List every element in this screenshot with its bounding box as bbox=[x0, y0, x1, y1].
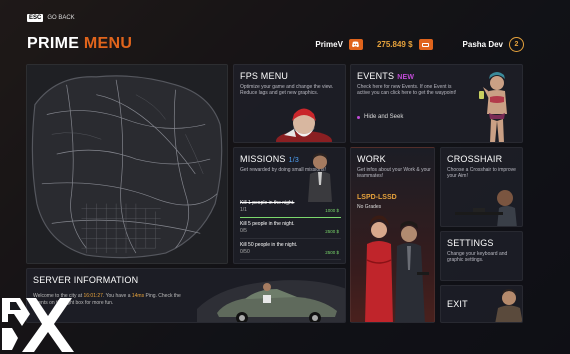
mission-progress-bar bbox=[240, 217, 341, 218]
mission-row: Kill 5 people in the night. 0/5 2500 $ bbox=[240, 221, 341, 241]
discord-icon[interactable] bbox=[348, 39, 363, 50]
go-back-label: GO BACK bbox=[47, 15, 75, 21]
title-part2: MENU bbox=[83, 35, 133, 52]
city-map bbox=[27, 65, 227, 263]
new-badge: NEW bbox=[397, 74, 415, 81]
missions-title-label: MISSIONS bbox=[240, 154, 286, 164]
fps-title: FPS MENU bbox=[240, 71, 289, 81]
server-title: SERVER INFORMATION bbox=[33, 275, 139, 285]
title-part1: PRIME bbox=[27, 35, 80, 52]
go-back-button[interactable]: ESC GO BACK bbox=[27, 14, 75, 22]
settings-title: SETTINGS bbox=[447, 238, 494, 248]
mission-name: Kill 1 people in the night. bbox=[240, 200, 295, 206]
server-time: 16:01:27 bbox=[83, 293, 103, 299]
cash-icon[interactable] bbox=[418, 39, 433, 50]
mission-progress-bar bbox=[240, 238, 341, 239]
mission-row: Kill 1 people in the night. 1/1 1000 $ bbox=[240, 200, 341, 220]
username: PrimeV bbox=[315, 40, 343, 49]
px-logo bbox=[2, 298, 74, 352]
crosshair-tile[interactable]: CROSSHAIR Choose a Crosshair to improve … bbox=[440, 147, 523, 227]
work-desc: Get infos about your Work & your teammat… bbox=[357, 167, 431, 179]
fps-menu-tile[interactable]: FPS MENU Optimize your game and change t… bbox=[233, 64, 346, 143]
mission-progress-fill bbox=[240, 217, 341, 218]
missions-title: MISSIONS 1/3 bbox=[240, 154, 299, 164]
event-item[interactable]: Hide and Seek bbox=[357, 114, 403, 120]
crosshair-desc: Choose a Crosshair to improve your Aim! bbox=[447, 167, 516, 179]
work-title: WORK bbox=[357, 154, 386, 164]
job-name: LSPD-LSSD bbox=[357, 194, 397, 201]
server-text-b: . You have a bbox=[102, 293, 132, 299]
santa-character-art bbox=[276, 108, 332, 142]
events-desc: Check here for new Events. If one Event … bbox=[357, 84, 457, 96]
map-panel[interactable] bbox=[26, 64, 228, 264]
page-title: PRIME MENU bbox=[27, 35, 132, 53]
crosshair-title: CROSSHAIR bbox=[447, 154, 503, 164]
man-character-art bbox=[308, 153, 332, 202]
mission-row: Kill 50 people in the night. 0/50 2500 $ bbox=[240, 242, 341, 262]
police-characters-art bbox=[365, 215, 429, 322]
mission-name: Kill 5 people in the night. bbox=[240, 221, 295, 227]
event-item-label: Hide and Seek bbox=[364, 114, 404, 120]
missions-tile[interactable]: MISSIONS 1/3 Get rewarded by doing small … bbox=[233, 147, 346, 264]
events-title: EVENTS NEW bbox=[357, 71, 414, 81]
exit-title: EXIT bbox=[447, 299, 468, 309]
settings-tile[interactable]: SETTINGS Change your keyboard and graphi… bbox=[440, 231, 523, 281]
mission-reward: 1000 $ bbox=[325, 208, 339, 213]
mission-reward: 2500 $ bbox=[325, 229, 339, 234]
lowrider-car-art bbox=[197, 280, 345, 322]
events-title-label: EVENTS bbox=[357, 71, 395, 81]
fps-desc: Optimize your game and change the view. … bbox=[240, 84, 334, 96]
events-tile[interactable]: EVENTS NEW Check here for new Events. If … bbox=[350, 64, 523, 143]
mission-name: Kill 50 people in the night. bbox=[240, 242, 298, 248]
man-portrait-art bbox=[495, 289, 522, 322]
mission-reward: 2500 $ bbox=[325, 250, 339, 255]
bullet-icon bbox=[357, 115, 360, 119]
woman-character-art bbox=[479, 72, 507, 142]
sniper-character-art bbox=[455, 190, 517, 226]
money-amount: 275.849 $ bbox=[376, 40, 413, 49]
user-area: PrimeV 275.849 $ Pasha Dev 2 bbox=[315, 37, 524, 52]
settings-desc: Change your keyboard and graphic setting… bbox=[447, 251, 508, 263]
level-badge: 2 bbox=[509, 37, 524, 52]
server-ping: 14ms bbox=[131, 293, 145, 299]
mission-progress-bar bbox=[240, 259, 341, 260]
player-name: Pasha Dev bbox=[462, 40, 503, 49]
top-bar: ESC GO BACK PRIME MENU PrimeV 275.849 $ … bbox=[27, 14, 524, 58]
work-tile[interactable]: WORK Get infos about your Work & your te… bbox=[350, 147, 435, 323]
exit-tile[interactable]: EXIT bbox=[440, 285, 523, 323]
esc-key: ESC bbox=[27, 14, 44, 22]
